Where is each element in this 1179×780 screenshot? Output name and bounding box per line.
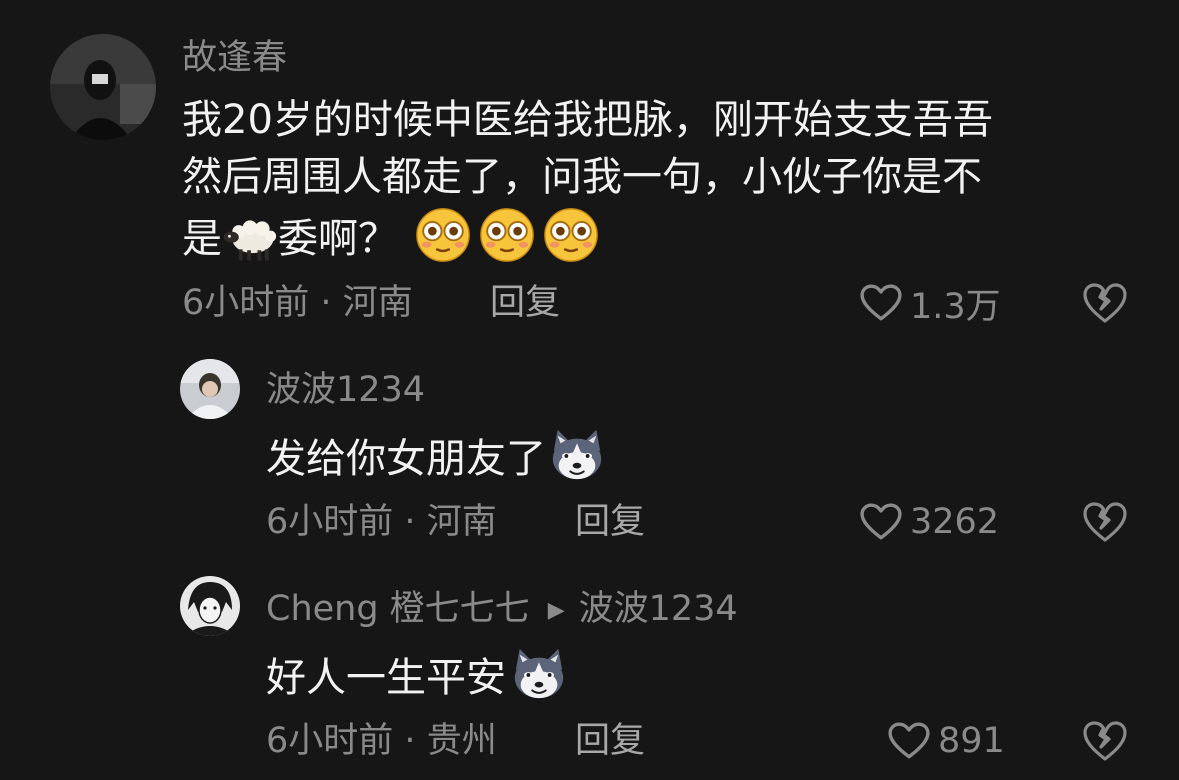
avatar[interactable] [50, 34, 156, 140]
comment-text: 发给你女朋友了 [266, 426, 606, 488]
comment-text: 我20岁的时候中医给我把脉，刚开始支支吾吾 然后周围人都走了，问我一句，小伙子你… [182, 92, 993, 268]
doge-emoji [510, 645, 568, 703]
flushed-face-emoji [542, 206, 600, 264]
like-count: 1.3万 [910, 286, 1001, 327]
timestamp: 6小时前 [182, 283, 310, 323]
doge-emoji [548, 426, 606, 484]
comment-text-fragment: 委啊？ [278, 216, 398, 262]
comment-meta: 6小时前 · 贵州 [266, 721, 497, 761]
sheep-emoji [222, 216, 278, 264]
reply-author[interactable]: Cheng 橙七七七 [266, 589, 530, 629]
comment-text-fragment: 是 [182, 216, 222, 262]
reply-button[interactable]: 回复 [575, 721, 645, 761]
broken-heart-icon[interactable] [1082, 720, 1128, 762]
location: 河南 [426, 502, 497, 542]
comment-text-line: 我20岁的时候中医给我把脉，刚开始支支吾吾 [182, 97, 993, 143]
comment-text-line: 然后周围人都走了，问我一句，小伙子你是不 [182, 154, 982, 200]
like-count: 891 [938, 721, 1005, 761]
reply-button[interactable]: 回复 [490, 283, 560, 323]
avatar[interactable] [180, 359, 240, 419]
flushed-face-emoji [478, 206, 536, 264]
like-button[interactable]: 3262 [860, 502, 999, 542]
comment-username[interactable]: 故逢春 [182, 38, 287, 78]
timestamp: 6小时前 [266, 721, 394, 761]
like-count: 3262 [910, 502, 1000, 542]
separator-dot: · [320, 283, 332, 323]
heart-icon [860, 284, 902, 322]
reply-arrow-icon: ▶ [547, 598, 565, 623]
broken-heart-icon[interactable] [1082, 282, 1128, 324]
comment-meta: 6小时前 · 河南 [182, 283, 413, 323]
timestamp: 6小时前 [266, 502, 394, 542]
comment-username[interactable]: 波波1234 [266, 370, 425, 410]
reply-target[interactable]: 波波1234 [579, 589, 738, 629]
comment-text-line: 是 委啊？ [182, 206, 993, 268]
like-button[interactable]: 891 [888, 721, 1005, 761]
comment-username: Cheng 橙七七七 ▶ 波波1234 [266, 589, 738, 631]
like-button[interactable]: 1.3万 [860, 283, 1001, 327]
broken-heart-icon[interactable] [1082, 501, 1128, 543]
comment-text: 好人一生平安 [266, 645, 568, 707]
reply-button[interactable]: 回复 [575, 502, 645, 542]
location: 贵州 [426, 721, 497, 761]
heart-icon [860, 503, 902, 541]
location: 河南 [342, 283, 413, 323]
heart-icon [888, 722, 930, 760]
separator-dot: · [404, 721, 416, 761]
avatar[interactable] [180, 576, 240, 636]
comment-text-line: 发给你女朋友了 [266, 436, 546, 482]
flushed-face-emoji [414, 206, 472, 264]
comment-text-line: 好人一生平安 [266, 655, 506, 701]
separator-dot: · [404, 502, 416, 542]
comment-meta: 6小时前 · 河南 [266, 502, 497, 542]
